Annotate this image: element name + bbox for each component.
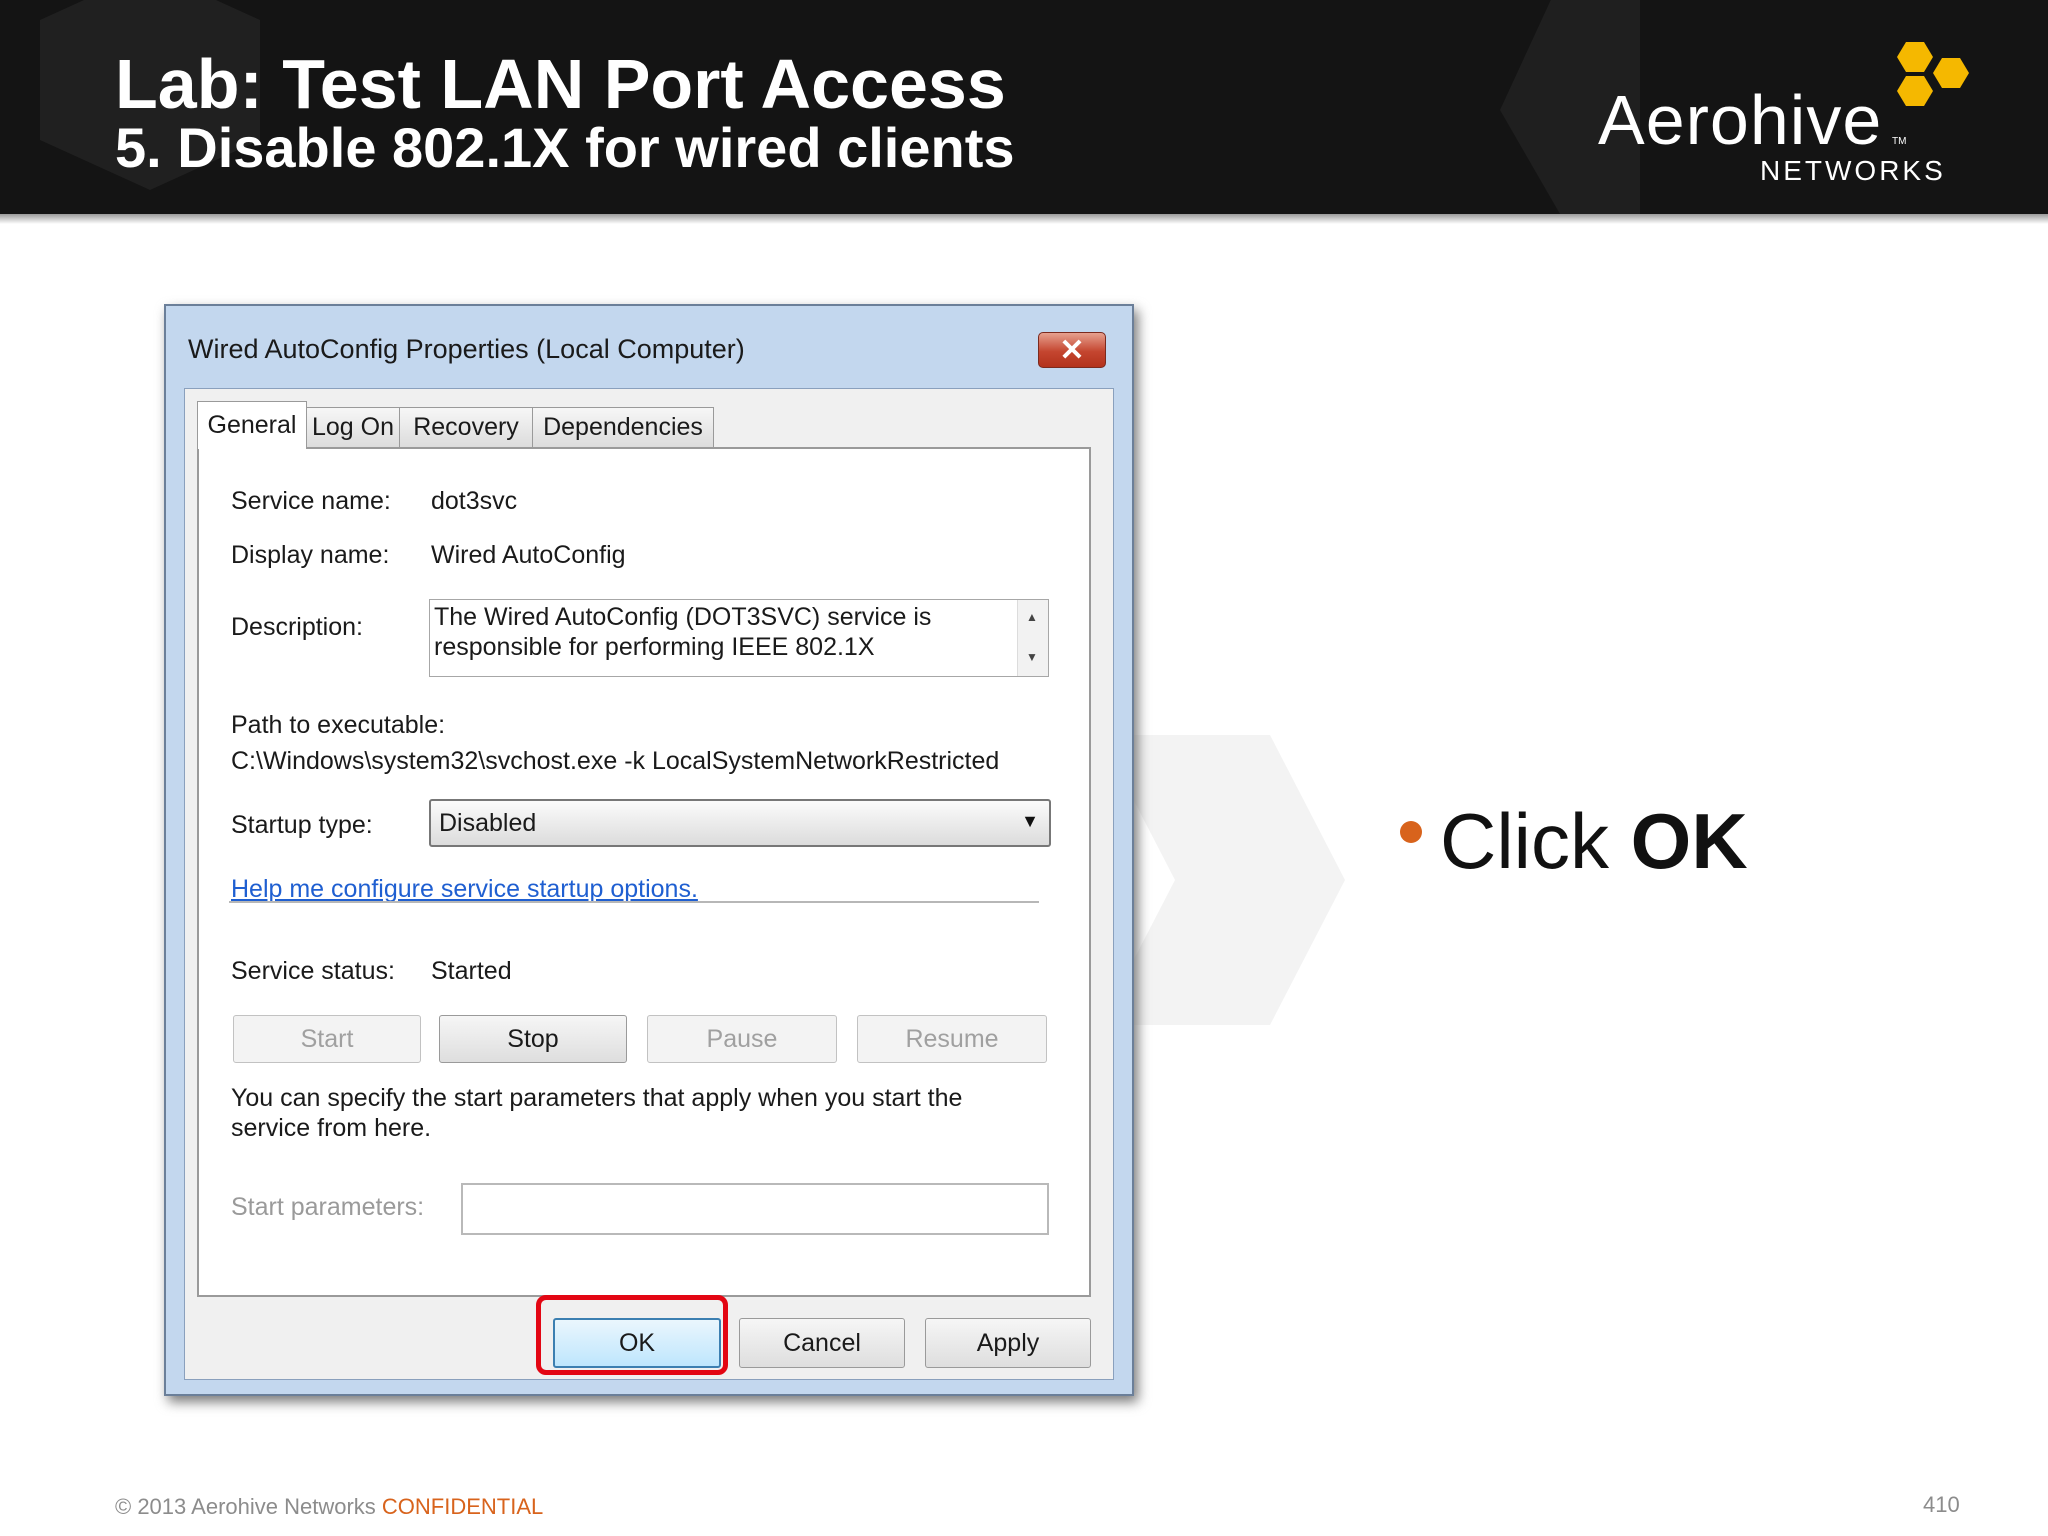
bullet-dot (1400, 821, 1422, 843)
chevron-down-icon: ▼ (1021, 811, 1039, 831)
start-params-label: Start parameters: (231, 1193, 425, 1221)
tab-recovery[interactable]: Recovery (399, 407, 533, 447)
instruction-text: Click OK (1440, 796, 1748, 887)
background-chevron-decoration (1100, 735, 1345, 1025)
slide-subtitle: 5. Disable 802.1X for wired clients (115, 116, 1015, 179)
service-name-label: Service name: (231, 487, 391, 515)
confidential-label: CONFIDENTIAL (381, 1494, 544, 1519)
startup-type-select[interactable]: Disabled ▼ (429, 799, 1051, 847)
stop-button[interactable]: Stop (439, 1015, 627, 1063)
pause-button[interactable]: Pause (647, 1015, 837, 1063)
aerohive-logo-hexagons-icon (1897, 42, 1969, 106)
resume-button[interactable]: Resume (857, 1015, 1047, 1063)
start-button[interactable]: Start (233, 1015, 421, 1063)
dialog-title: Wired AutoConfig Properties (Local Compu… (188, 334, 745, 364)
properties-dialog: Wired AutoConfig Properties (Local Compu… (164, 304, 1134, 1396)
description-text: The Wired AutoConfig (DOT3SVC) service i… (434, 603, 932, 661)
path-label: Path to executable: (231, 711, 446, 739)
cancel-button[interactable]: Cancel (739, 1318, 905, 1368)
page-number: 410 (1923, 1492, 1960, 1517)
separator (229, 901, 1039, 903)
ok-button-highlight (536, 1295, 728, 1375)
help-startup-link[interactable]: Help me configure service startup option… (231, 875, 698, 904)
description-label: Description: (231, 613, 363, 641)
logo-networks: NETWORKS (1760, 155, 1946, 186)
display-name-value: Wired AutoConfig (431, 541, 626, 569)
startup-type-label: Startup type: (231, 811, 373, 839)
general-tab-panel: Service name: dot3svc Display name: Wire… (197, 447, 1091, 1297)
start-params-input[interactable] (461, 1183, 1049, 1235)
logo-wordmark: Aerohive (1598, 81, 1883, 159)
instruction-emphasis: OK (1630, 797, 1748, 885)
service-status-label: Service status: (231, 957, 395, 985)
dialog-client-area: General Log On Recovery Dependencies Ser… (184, 388, 1114, 1380)
startup-type-value: Disabled (439, 809, 537, 837)
slide-title: Lab: Test LAN Port Access (115, 45, 1006, 123)
copyright-text: © 2013 Aerohive Networks (115, 1494, 382, 1519)
start-params-note: You can specify the start parameters tha… (231, 1084, 963, 1142)
close-button[interactable]: ✕ (1038, 332, 1106, 368)
close-icon: ✕ (1059, 333, 1085, 367)
description-field[interactable]: The Wired AutoConfig (DOT3SVC) service i… (429, 599, 1049, 677)
display-name-label: Display name: (231, 541, 390, 569)
instruction-prefix: Click (1440, 797, 1631, 885)
service-status-value: Started (431, 957, 512, 985)
scroll-up-icon[interactable]: ▲ (1026, 610, 1038, 624)
header-shadow (0, 214, 2048, 224)
logo-trademark: TM (1892, 136, 1907, 147)
tab-dependencies[interactable]: Dependencies (532, 407, 714, 447)
description-scrollbar[interactable]: ▲ ▼ (1017, 600, 1048, 676)
service-name-value: dot3svc (431, 487, 518, 515)
path-value: C:\Windows\system32\svchost.exe -k Local… (231, 747, 1000, 775)
apply-button[interactable]: Apply (925, 1318, 1091, 1368)
scroll-down-icon[interactable]: ▼ (1026, 650, 1038, 664)
tab-log-on[interactable]: Log On (306, 407, 400, 447)
slide-header: Lab: Test LAN Port Access 5. Disable 802… (0, 0, 2048, 214)
tab-general[interactable]: General (197, 401, 307, 449)
slide-footer: © 2013 Aerohive Networks CONFIDENTIAL (115, 1494, 543, 1520)
